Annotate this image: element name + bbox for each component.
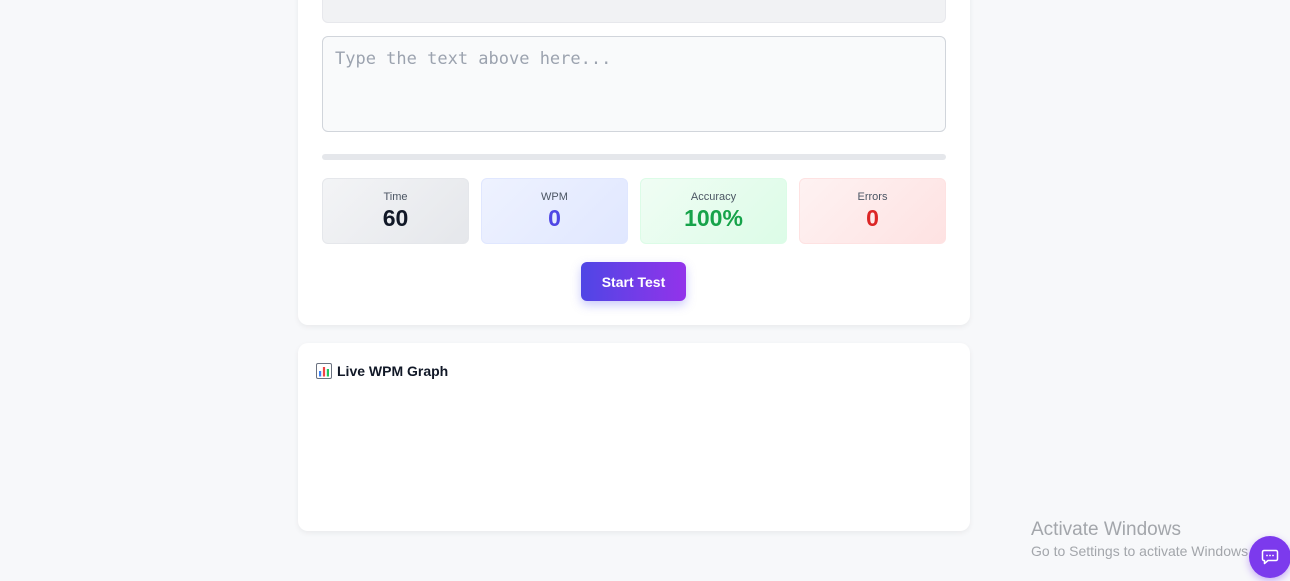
activate-windows-watermark: Activate Windows Go to Settings to activ… — [1031, 519, 1252, 561]
stat-accuracy-label: Accuracy — [690, 191, 737, 203]
typing-input[interactable] — [322, 36, 946, 132]
stat-wpm-label: WPM — [541, 191, 568, 203]
stat-errors-label: Errors — [857, 191, 888, 203]
stats-row: Time 60 WPM 0 Accuracy 100% Errors 0 — [322, 178, 946, 244]
stat-accuracy: Accuracy 100% — [640, 178, 787, 244]
stat-errors: Errors 0 — [799, 178, 946, 244]
stat-time: Time 60 — [322, 178, 469, 244]
graph-title-text: Live WPM Graph — [337, 363, 449, 379]
passage-text — [323, 14, 945, 20]
stat-errors-value: 0 — [866, 205, 879, 231]
passage-box — [322, 0, 946, 23]
stat-wpm: WPM 0 — [481, 178, 628, 244]
chat-button[interactable] — [1249, 536, 1290, 578]
bar-chart-icon — [316, 363, 332, 379]
stat-time-label: Time — [383, 191, 408, 203]
stat-time-value: 60 — [382, 205, 409, 231]
watermark-title: Activate Windows — [1031, 519, 1181, 540]
typing-test-card: Time 60 WPM 0 Accuracy 100% Errors 0 Sta… — [298, 0, 970, 325]
start-test-button[interactable]: Start Test — [581, 262, 686, 301]
wpm-graph-card: Live WPM Graph — [298, 343, 970, 531]
watermark-subtitle: Go to Settings to activate Windows. — [1031, 543, 1252, 559]
wpm-graph-area — [316, 393, 952, 513]
stat-accuracy-value: 100% — [684, 205, 743, 231]
progress-bar — [322, 154, 946, 160]
stat-wpm-value: 0 — [548, 205, 561, 231]
chat-bubble-icon — [1261, 547, 1279, 568]
graph-title: Live WPM Graph — [316, 363, 448, 379]
